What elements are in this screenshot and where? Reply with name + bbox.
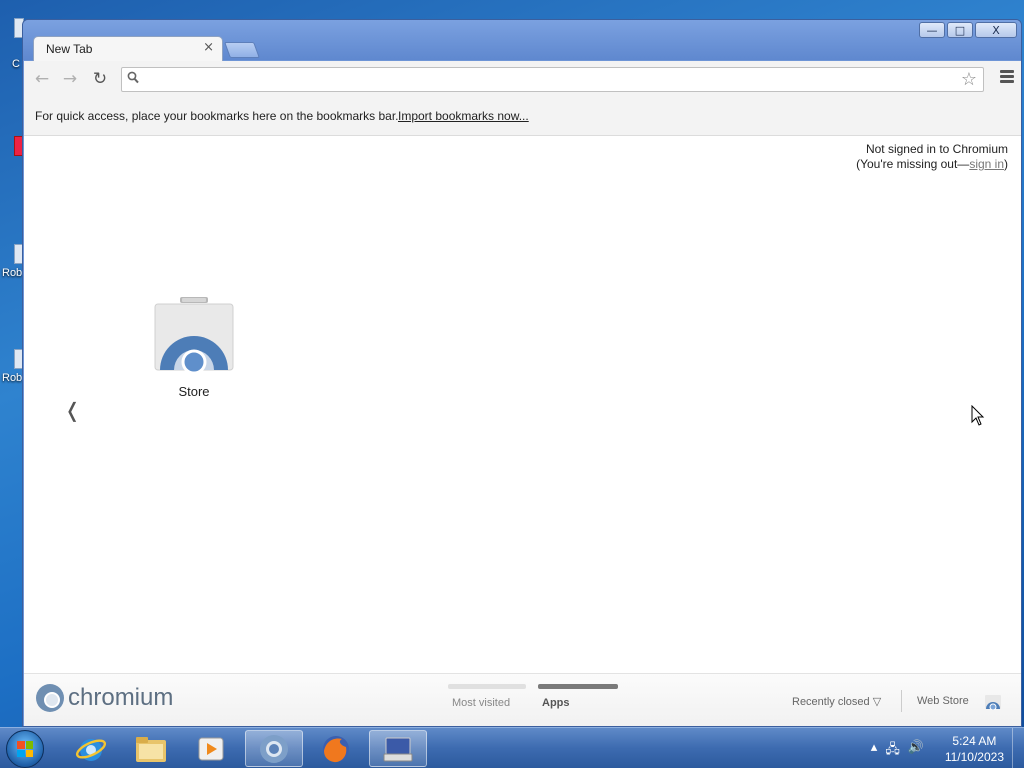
browser-window: — □ X New Tab × ← → ↻ ☆ For quick access… bbox=[22, 19, 1022, 727]
clock[interactable]: 5:24 AM 11/10/2023 bbox=[945, 733, 1004, 765]
show-hidden-icons-icon[interactable]: ▴ bbox=[871, 740, 878, 762]
reload-button[interactable]: ↻ bbox=[90, 69, 110, 89]
footer-divider bbox=[901, 690, 902, 712]
desktop-icon[interactable] bbox=[0, 130, 24, 166]
show-desktop-button[interactable] bbox=[1012, 728, 1024, 768]
brand-name: chromium bbox=[68, 684, 174, 711]
back-button[interactable]: ← bbox=[32, 69, 52, 89]
tab-new-tab[interactable]: New Tab × bbox=[33, 36, 223, 62]
window-controls: — □ X bbox=[919, 22, 1017, 38]
ntp-footer: chromium Most visited Apps Recently clos… bbox=[24, 673, 1021, 726]
internet-explorer-icon[interactable] bbox=[62, 730, 120, 767]
bookmarks-bar-message: For quick access, place your bookmarks h… bbox=[35, 109, 399, 123]
app-label: Store bbox=[178, 384, 210, 399]
signin-suffix: ) bbox=[1004, 157, 1008, 171]
app-tile-store[interactable]: Store bbox=[154, 296, 234, 406]
omnibox-input[interactable] bbox=[144, 70, 954, 89]
bookmark-star-icon[interactable]: ☆ bbox=[961, 69, 977, 90]
web-store-icon bbox=[154, 296, 234, 375]
desktop-icon-label: C bbox=[12, 58, 20, 70]
new-tab-button[interactable] bbox=[224, 42, 260, 58]
signin-status: Not signed in to Chromium bbox=[865, 142, 1008, 156]
signin-prefix: (You're missing out— bbox=[856, 157, 970, 171]
chromium-icon[interactable] bbox=[245, 730, 303, 767]
clock-date: 11/10/2023 bbox=[944, 750, 1004, 764]
media-player-icon[interactable] bbox=[182, 730, 240, 767]
toolbar: ← → ↻ ☆ bbox=[24, 61, 1021, 97]
windows-logo-icon bbox=[17, 741, 33, 757]
forward-button[interactable]: → bbox=[60, 69, 80, 89]
apps-tab[interactable]: Apps bbox=[542, 697, 570, 709]
minimize-button[interactable]: — bbox=[919, 22, 945, 38]
omnibox[interactable]: ☆ bbox=[121, 67, 984, 92]
signin-promo: Not signed in to Chromium (You're missin… bbox=[856, 142, 1008, 172]
desktop-icon[interactable] bbox=[0, 12, 24, 48]
close-window-button[interactable]: X bbox=[975, 22, 1017, 38]
volume-icon[interactable]: 🔊 bbox=[908, 740, 924, 762]
magnifier-icon bbox=[127, 71, 139, 88]
start-button[interactable] bbox=[6, 730, 44, 768]
maximize-button[interactable]: □ bbox=[947, 22, 973, 38]
signin-missing-out: (You're missing out—sign in) bbox=[856, 157, 1008, 172]
network-icon[interactable]: 🖧 bbox=[885, 740, 900, 762]
title-bar[interactable]: — □ X New Tab × bbox=[23, 20, 1021, 62]
chromium-logo: chromium bbox=[36, 684, 173, 712]
mouse-cursor-icon bbox=[971, 404, 985, 431]
new-tab-page: Not signed in to Chromium (You're missin… bbox=[24, 136, 1021, 673]
import-bookmarks-link[interactable]: Import bookmarks now... bbox=[398, 109, 529, 123]
taskbar: ▴ 🖧 🔊 5:24 AM 11/10/2023 bbox=[0, 727, 1024, 768]
desktop-icon-label: Rob bbox=[2, 372, 23, 384]
firefox-icon[interactable] bbox=[307, 730, 365, 767]
desktop-icon-label: Rob bbox=[2, 267, 23, 279]
clock-time: 5:24 AM bbox=[952, 734, 997, 748]
chromium-logo-icon bbox=[36, 684, 64, 712]
bookmarks-bar: For quick access, place your bookmarks h… bbox=[24, 97, 1021, 136]
tab-close-icon[interactable]: × bbox=[203, 40, 214, 55]
most-visited-tab[interactable]: Most visited bbox=[452, 697, 510, 709]
recently-closed-menu[interactable]: Recently closed ▽ bbox=[792, 695, 881, 708]
menu-hamburger-icon[interactable] bbox=[1000, 70, 1014, 86]
web-store-small-icon[interactable] bbox=[984, 692, 1002, 711]
apps-indicator[interactable] bbox=[538, 684, 618, 689]
most-visited-indicator[interactable] bbox=[448, 684, 526, 689]
keyboard-app-icon[interactable] bbox=[369, 730, 427, 767]
previous-page-arrow-icon[interactable]: ❬ bbox=[64, 398, 81, 422]
sign-in-link[interactable]: sign in bbox=[969, 157, 1004, 171]
file-explorer-icon[interactable] bbox=[122, 730, 180, 767]
tab-title: New Tab bbox=[46, 42, 93, 56]
web-store-link[interactable]: Web Store bbox=[917, 695, 969, 707]
tray-icons: ▴ 🖧 🔊 bbox=[871, 740, 924, 762]
